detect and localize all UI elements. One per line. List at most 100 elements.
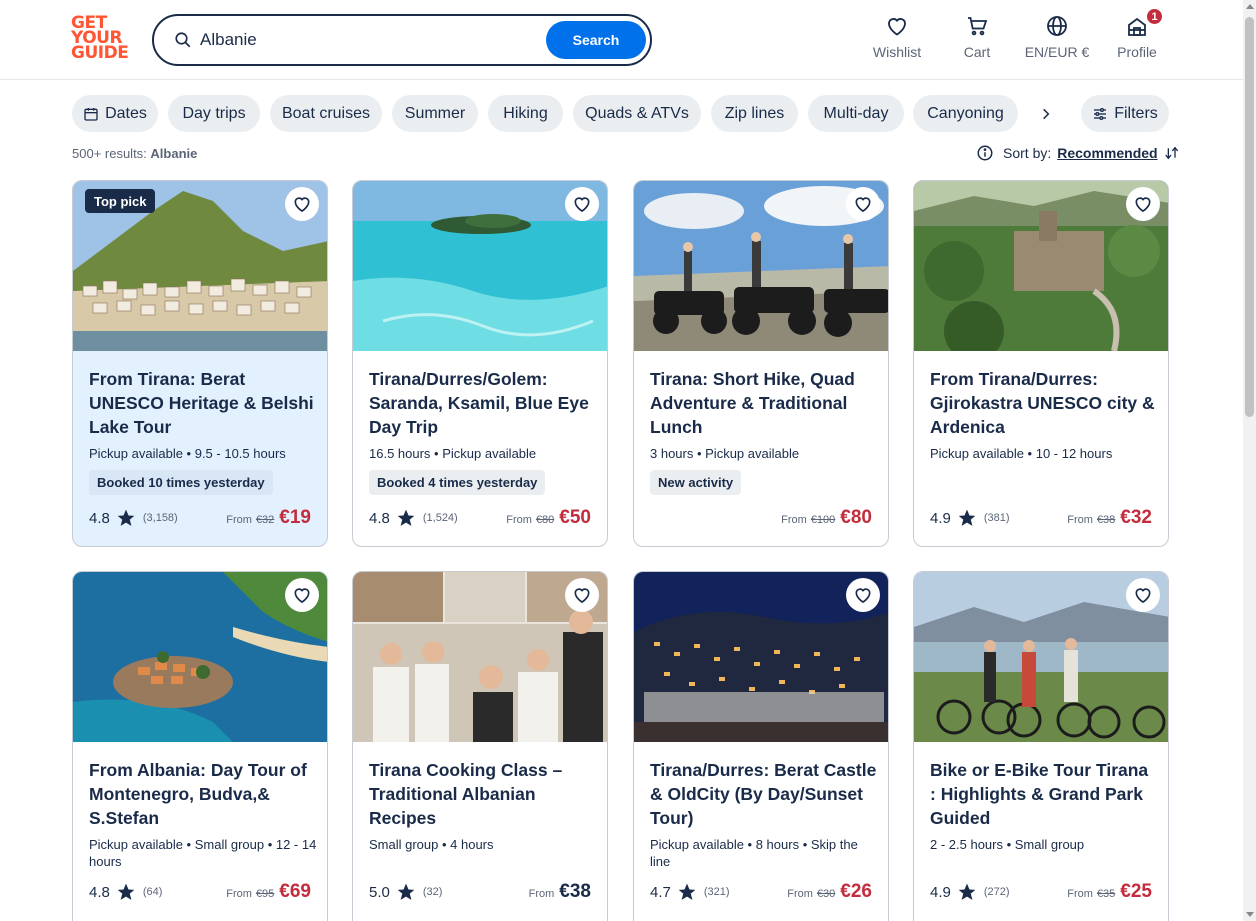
activity-card[interactable]: From Albania: Day Tour of Montenegro, Bu… bbox=[72, 571, 328, 921]
card-meta: Pickup available • 10 - 12 hours bbox=[930, 446, 1113, 461]
price-old: €30 bbox=[816, 888, 836, 900]
card-price: From €95 €69 bbox=[226, 881, 311, 903]
filters-label: Filters bbox=[1114, 104, 1158, 122]
price-from: From bbox=[781, 514, 807, 526]
rating-value: 4.8 bbox=[89, 509, 110, 527]
chip-canyoning[interactable]: Canyoning bbox=[913, 95, 1018, 132]
scroll-up-arrow[interactable] bbox=[1246, 4, 1254, 9]
results-count-prefix: 500+ results: bbox=[72, 146, 147, 161]
price-from: From bbox=[226, 888, 252, 900]
chip-zip-lines[interactable]: Zip lines bbox=[711, 95, 798, 132]
nav-language[interactable]: EN/EUR € bbox=[1022, 14, 1092, 60]
card-price: From €32 €19 bbox=[226, 507, 311, 529]
results-count-query: Albanie bbox=[150, 146, 198, 161]
wishlist-button[interactable] bbox=[1126, 578, 1160, 612]
nav-profile-label: Profile bbox=[1117, 44, 1157, 60]
chip-label: Dates bbox=[105, 104, 147, 122]
nav-cart-label: Cart bbox=[963, 44, 991, 60]
chip-quads-atvs[interactable]: Quads & ATVs bbox=[573, 95, 701, 132]
heart-icon bbox=[294, 588, 310, 604]
search-button[interactable]: Search bbox=[546, 21, 646, 59]
card-title[interactable]: From Tirana: Berat UNESCO Heritage & Bel… bbox=[89, 367, 317, 439]
price-old: €80 bbox=[535, 514, 555, 526]
rating-value: 4.8 bbox=[369, 509, 390, 527]
card-title[interactable]: Tirana: Short Hike, Quad Adventure & Tra… bbox=[650, 367, 878, 439]
sort-icon[interactable] bbox=[1163, 145, 1179, 161]
rating-value: 4.9 bbox=[930, 509, 951, 527]
review-count: (272) bbox=[983, 886, 1010, 898]
search-icon bbox=[175, 32, 191, 48]
heart-icon bbox=[888, 18, 906, 36]
nav-wishlist[interactable]: Wishlist bbox=[872, 14, 922, 60]
card-meta: 2 - 2.5 hours • Small group bbox=[930, 837, 1085, 852]
rating-value: 4.7 bbox=[650, 883, 671, 901]
card-meta: Small group • 4 hours bbox=[369, 837, 494, 852]
price-current: €50 bbox=[559, 507, 591, 528]
search-bar: Search bbox=[152, 14, 652, 66]
card-title[interactable]: Tirana Cooking Class – Traditional Alban… bbox=[369, 758, 597, 830]
activity-card[interactable]: Tirana/Durres: Berat Castle & OldCity (B… bbox=[633, 571, 889, 921]
filters-button[interactable]: Filters bbox=[1081, 95, 1169, 132]
header: GET YOUR GUIDE Search Wishlist Cart EN/E… bbox=[0, 0, 1243, 80]
scroll-thumb[interactable] bbox=[1245, 17, 1254, 417]
activity-card[interactable]: Bike or E-Bike Tour Tirana : Highlights … bbox=[913, 571, 1169, 921]
rating-value: 4.9 bbox=[930, 883, 951, 901]
wishlist-button[interactable] bbox=[846, 578, 880, 612]
star-icon bbox=[678, 883, 696, 900]
rating-value: 5.0 bbox=[369, 883, 390, 901]
chip-day-trips[interactable]: Day trips bbox=[168, 95, 260, 132]
price-old: €95 bbox=[255, 888, 275, 900]
card-title[interactable]: Tirana/Durres/Golem: Saranda, Ksamil, Bl… bbox=[369, 367, 597, 439]
card-title[interactable]: Tirana/Durres: Berat Castle & OldCity (B… bbox=[650, 758, 878, 830]
activity-card[interactable]: Tirana: Short Hike, Quad Adventure & Tra… bbox=[633, 180, 889, 547]
card-rating: 4.8 (1,524) bbox=[369, 508, 458, 528]
wishlist-button[interactable] bbox=[285, 578, 319, 612]
search-input[interactable] bbox=[200, 26, 540, 54]
card-rating: 4.9 (381) bbox=[930, 508, 1010, 528]
top-pick-badge: Top pick bbox=[85, 189, 156, 213]
card-meta: 16.5 hours • Pickup available bbox=[369, 446, 537, 461]
chip-summer[interactable]: Summer bbox=[392, 95, 478, 132]
star-icon bbox=[117, 509, 135, 526]
wishlist-button[interactable] bbox=[285, 187, 319, 221]
wishlist-button[interactable] bbox=[846, 187, 880, 221]
activity-card[interactable]: Tirana/Durres/Golem: Saranda, Ksamil, Bl… bbox=[352, 180, 608, 547]
card-meta: 3 hours • Pickup available bbox=[650, 446, 800, 461]
chip-dates[interactable]: Dates bbox=[72, 95, 158, 132]
logo-line-3: GUIDE bbox=[71, 43, 129, 63]
review-count: (321) bbox=[703, 886, 730, 898]
star-icon bbox=[958, 509, 976, 526]
info-icon[interactable] bbox=[976, 144, 994, 162]
rating-value: 4.8 bbox=[89, 883, 110, 901]
price-current: €80 bbox=[840, 507, 872, 528]
chip-label: Day trips bbox=[182, 104, 246, 122]
page-scrollbar[interactable] bbox=[1243, 0, 1256, 921]
card-title[interactable]: From Albania: Day Tour of Montenegro, Bu… bbox=[89, 758, 317, 830]
nav-cart[interactable]: Cart bbox=[957, 14, 997, 60]
chevron-right-icon bbox=[1043, 108, 1050, 120]
card-tag: New activity bbox=[650, 470, 742, 495]
card-title[interactable]: From Tirana/Durres: Gjirokastra UNESCO c… bbox=[930, 367, 1158, 439]
price-from: From bbox=[1067, 888, 1093, 900]
wishlist-button[interactable] bbox=[565, 578, 599, 612]
sort-value[interactable]: Recommended bbox=[1057, 145, 1157, 161]
activity-card[interactable]: Tirana Cooking Class – Traditional Alban… bbox=[352, 571, 608, 921]
star-icon bbox=[397, 883, 415, 900]
activity-card[interactable]: Top pick From Tirana: Berat UNESCO Herit… bbox=[72, 180, 328, 547]
card-price: From €38 €32 bbox=[1067, 507, 1152, 529]
chips-next-button[interactable] bbox=[1032, 100, 1060, 128]
nav-wishlist-label: Wishlist bbox=[872, 44, 922, 60]
filters-icon bbox=[1094, 107, 1107, 120]
card-title[interactable]: Bike or E-Bike Tour Tirana : Highlights … bbox=[930, 758, 1158, 830]
sort-control[interactable]: Sort by: Recommended bbox=[976, 144, 1179, 162]
chip-hiking[interactable]: Hiking bbox=[488, 95, 563, 132]
wishlist-button[interactable] bbox=[565, 187, 599, 221]
logo[interactable]: GET YOUR GUIDE bbox=[71, 15, 131, 64]
chip-boat-cruises[interactable]: Boat cruises bbox=[270, 95, 382, 132]
heart-icon bbox=[855, 197, 871, 213]
price-current: €19 bbox=[279, 507, 311, 528]
chip-multi-day[interactable]: Multi-day bbox=[808, 95, 904, 132]
wishlist-button[interactable] bbox=[1126, 187, 1160, 221]
activity-card[interactable]: From Tirana/Durres: Gjirokastra UNESCO c… bbox=[913, 180, 1169, 547]
scroll-down-arrow[interactable] bbox=[1246, 912, 1254, 917]
